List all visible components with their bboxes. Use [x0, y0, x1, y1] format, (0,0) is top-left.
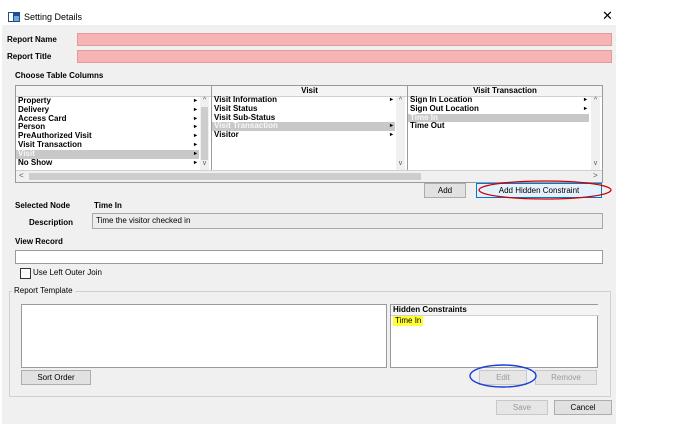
- scroll-up-icon[interactable]: ^: [396, 97, 405, 104]
- scroll-down-icon[interactable]: v: [200, 160, 209, 167]
- setting-details-dialog: Setting Details ✕ Report Name Report Tit…: [2, 3, 616, 424]
- app-icon: [8, 12, 20, 22]
- list-item[interactable]: Visitor ▸: [212, 130, 395, 140]
- close-icon[interactable]: ✕: [602, 9, 613, 23]
- add-button[interactable]: Add: [424, 183, 466, 198]
- expand-arrow-icon: ▸: [193, 106, 197, 113]
- cancel-button[interactable]: Cancel: [554, 400, 612, 415]
- expand-arrow-icon: ▸: [193, 159, 197, 166]
- left-column-scrollbar[interactable]: ^ v: [200, 97, 209, 170]
- visit-transaction-column-list: Sign In Location ▸ Sign Out Location ▸ Tim…: [408, 95, 589, 131]
- expand-arrow-icon: ▸: [193, 115, 197, 122]
- hidden-constraints-list[interactable]: Hidden Constraints Time In: [390, 304, 599, 368]
- list-item[interactable]: Time Out: [408, 121, 589, 131]
- report-template-legend: Report Template: [12, 286, 75, 295]
- scroll-up-icon[interactable]: ^: [591, 97, 600, 104]
- expand-arrow-icon: ▸: [193, 150, 197, 157]
- visit-column-list: Visit Information ▸ Visit Status Visit Su…: [212, 95, 395, 140]
- hidden-constraint-item[interactable]: Time In: [393, 316, 424, 326]
- expand-arrow-icon: ▸: [193, 98, 197, 104]
- expand-arrow-icon: ▸: [193, 133, 197, 140]
- selected-node-value: Time In: [94, 201, 122, 210]
- scroll-left-icon[interactable]: <: [19, 171, 24, 180]
- scrollbar-thumb[interactable]: [29, 173, 421, 180]
- description-label: Description: [29, 218, 74, 227]
- save-button[interactable]: Save: [496, 400, 548, 415]
- report-title-field[interactable]: [77, 50, 612, 63]
- expand-arrow-icon: ▸: [583, 97, 587, 103]
- expand-arrow-icon: ▸: [389, 97, 393, 103]
- expand-arrow-icon: ▸: [193, 124, 197, 131]
- expand-arrow-icon: ▸: [583, 105, 587, 112]
- columns-browser: Property ▸ Delivery ▸ Access Card ▸ Person ▸…: [15, 85, 603, 183]
- left-column-list: Property ▸ Delivery ▸ Access Card ▸ Person ▸…: [16, 96, 199, 168]
- scrollbar-thumb[interactable]: [201, 107, 208, 160]
- scroll-up-icon[interactable]: ^: [200, 97, 209, 104]
- visit-transaction-column-scrollbar[interactable]: ^ v: [591, 97, 600, 170]
- report-title-label: Report Title: [7, 52, 52, 61]
- red-annotation-circle: [478, 180, 612, 200]
- left-outer-join-label: Use Left Outer Join: [33, 268, 102, 277]
- window-title: Setting Details: [24, 12, 83, 22]
- visit-column-scrollbar[interactable]: ^ v: [396, 97, 405, 170]
- expand-arrow-icon: ▸: [389, 123, 393, 130]
- blue-annotation-circle: [469, 364, 537, 388]
- scroll-down-icon[interactable]: v: [396, 160, 405, 167]
- report-template-list[interactable]: [21, 304, 387, 368]
- report-name-field[interactable]: [77, 33, 612, 46]
- list-item-selected[interactable]: Visit Transaction ▸: [212, 121, 395, 132]
- report-name-label: Report Name: [7, 35, 57, 44]
- remove-button[interactable]: Remove: [535, 370, 597, 385]
- description-field: Time the visitor checked in: [92, 213, 603, 229]
- left-outer-join-checkbox[interactable]: [20, 268, 31, 279]
- list-item[interactable]: Visit Transaction ▸: [16, 140, 199, 150]
- expand-arrow-icon: ▸: [389, 132, 393, 139]
- title-bar: Setting Details ✕: [2, 3, 616, 25]
- expand-arrow-icon: ▸: [193, 141, 197, 148]
- list-item[interactable]: No Show ▸: [16, 158, 199, 168]
- sort-order-button[interactable]: Sort Order: [21, 370, 91, 385]
- scroll-down-icon[interactable]: v: [591, 160, 600, 167]
- choose-table-columns-label: Choose Table Columns: [15, 71, 104, 80]
- view-record-field[interactable]: [15, 250, 603, 264]
- selected-node-label: Selected Node: [15, 201, 71, 210]
- view-record-label: View Record: [15, 237, 63, 246]
- hidden-constraints-header: Hidden Constraints: [391, 305, 599, 316]
